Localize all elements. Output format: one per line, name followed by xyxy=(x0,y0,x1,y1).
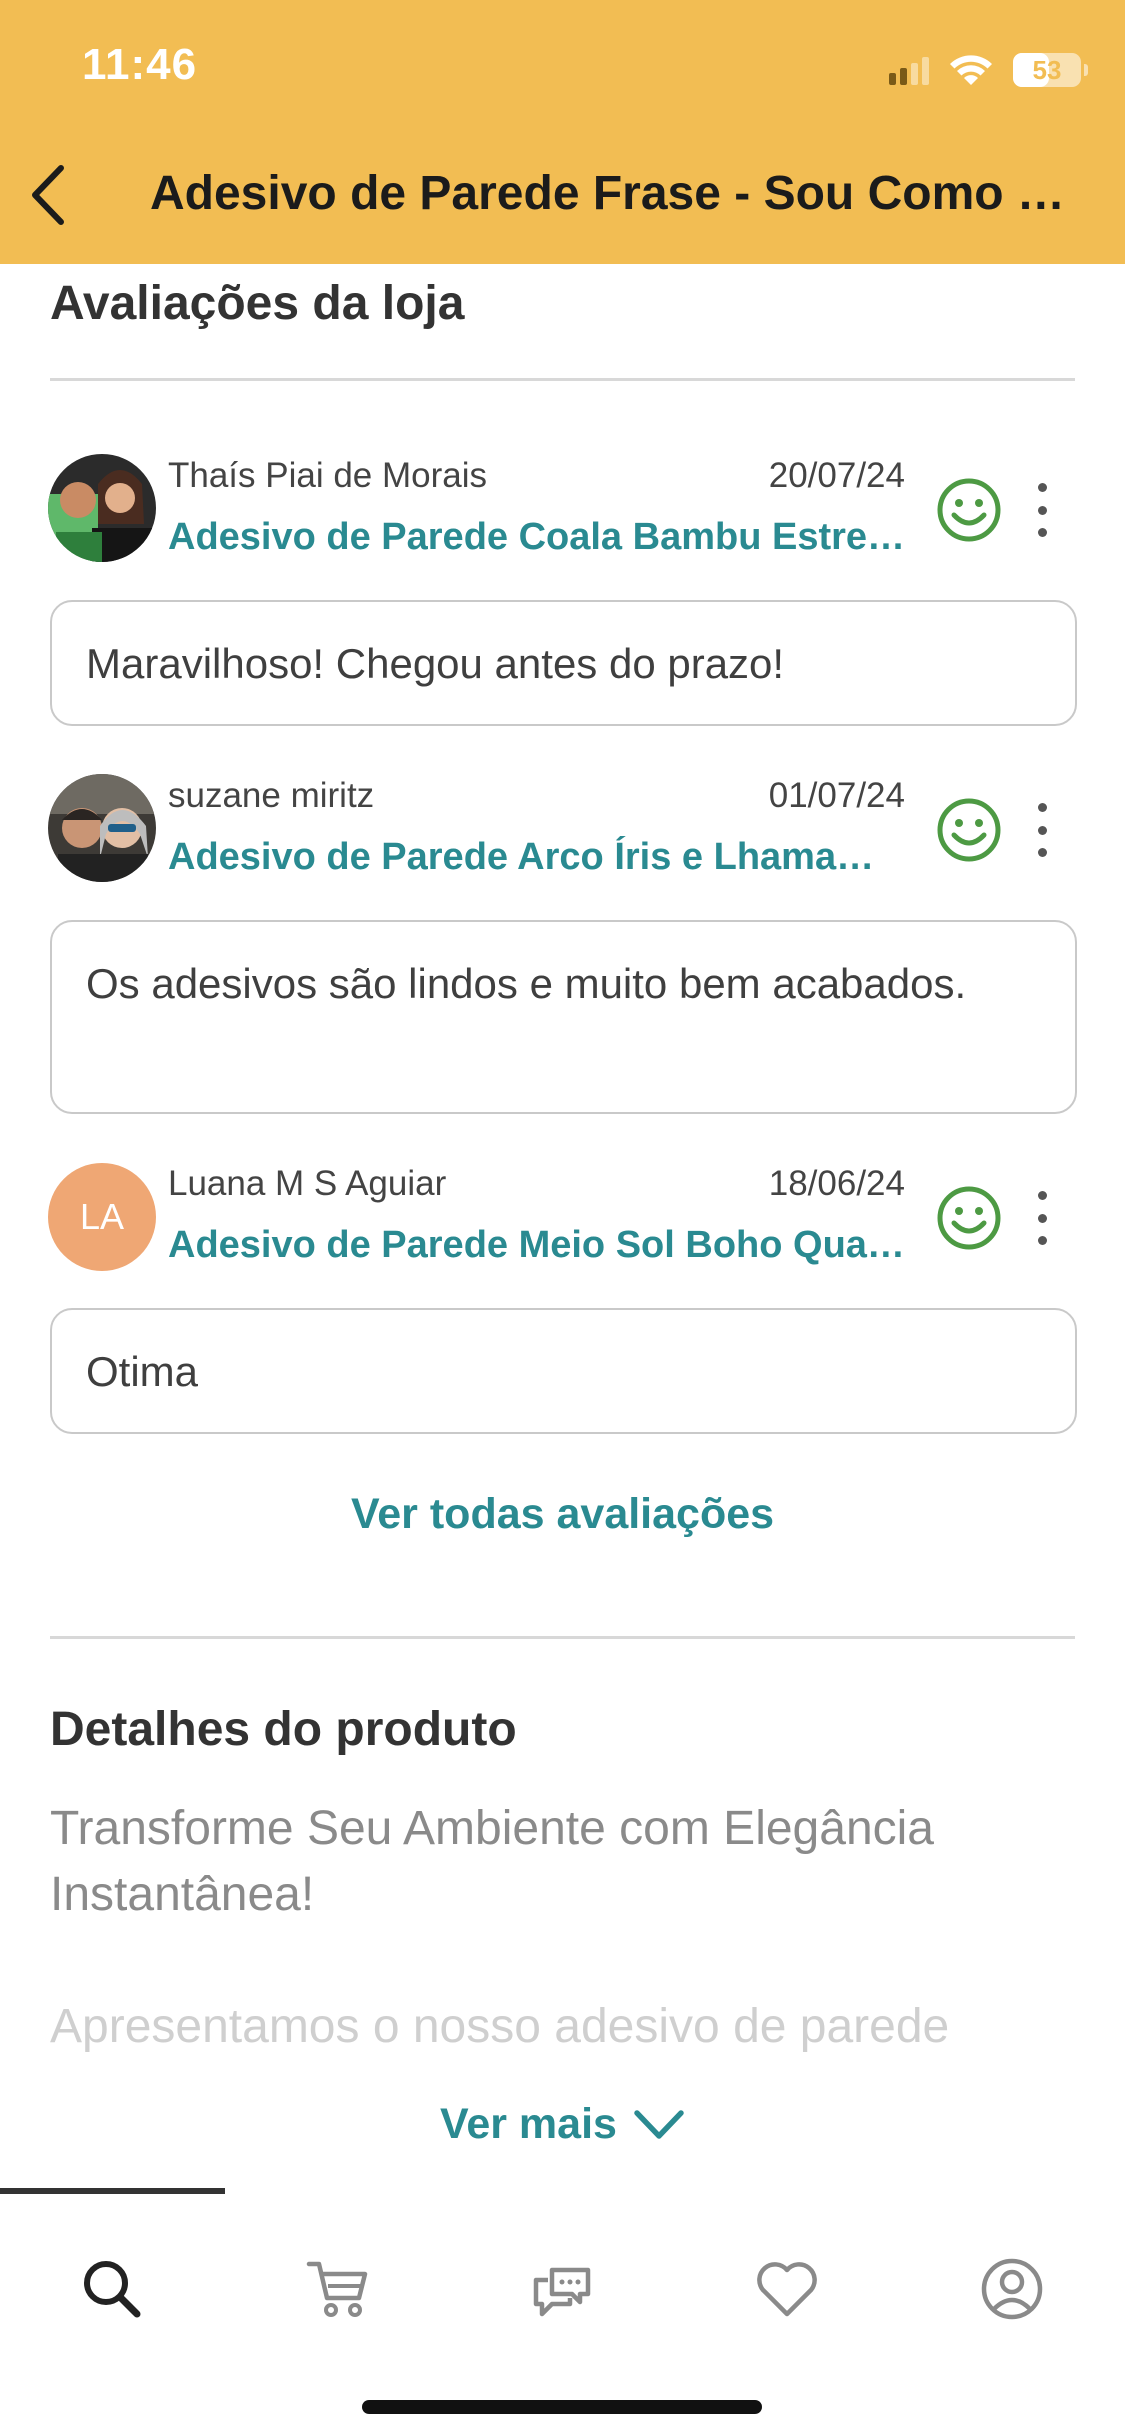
tab-favorites[interactable] xyxy=(752,2254,822,2324)
tab-cart[interactable] xyxy=(302,2254,372,2324)
status-icons: 53 xyxy=(889,50,1088,90)
review-comment: Os adesivos são lindos e muito bem acaba… xyxy=(50,920,1077,1114)
tab-search[interactable] xyxy=(77,2254,147,2324)
see-more-label: Ver mais xyxy=(440,2100,617,2148)
chevron-left-icon xyxy=(32,165,64,225)
more-options-icon[interactable] xyxy=(1030,1185,1054,1251)
review-comment-text: Maravilhoso! Chegou antes do prazo! xyxy=(86,640,785,687)
review-product-link[interactable]: Adesivo de Parede Meio Sol Boho Quarto I… xyxy=(168,1224,908,1267)
battery-level: 53 xyxy=(1032,54,1062,85)
tab-messages[interactable] xyxy=(527,2254,597,2324)
review-product-link[interactable]: Adesivo de Parede Coala Bambu Estrelas xyxy=(168,516,908,559)
smiley-face-icon xyxy=(937,478,1001,542)
chat-icon xyxy=(533,2267,591,2317)
review-date: 20/07/24 xyxy=(768,456,905,495)
wifi-icon xyxy=(950,55,992,85)
cart-icon xyxy=(306,2261,368,2317)
back-button[interactable] xyxy=(22,160,72,230)
divider xyxy=(50,378,1075,381)
avatar xyxy=(48,774,156,882)
more-options-icon[interactable] xyxy=(1030,797,1054,863)
reviewer-name: Luana M S Aguiar xyxy=(168,1164,447,1203)
divider xyxy=(50,1636,1075,1639)
tab-account[interactable] xyxy=(977,2254,1047,2324)
app-header: 11:46 53 Adesivo de Parede Frase - Sou C… xyxy=(0,0,1125,264)
avatar xyxy=(48,454,156,562)
reviewer-name: suzane miritz xyxy=(168,776,375,815)
reviewer-name: Thaís Piai de Morais xyxy=(168,456,488,495)
review-date: 01/07/24 xyxy=(768,776,905,815)
account-icon xyxy=(981,2258,1043,2320)
review-date: 18/06/24 xyxy=(768,1164,905,1203)
review-product-link[interactable]: Adesivo de Parede Arco Íris e Lhama Infa… xyxy=(168,836,878,879)
avatar: LA xyxy=(48,1163,156,1271)
chevron-down-icon xyxy=(634,2109,684,2139)
review-comment-text: Otima xyxy=(86,1348,199,1395)
review-comment: Maravilhoso! Chegou antes do prazo! xyxy=(50,600,1077,726)
see-more-button[interactable]: Ver mais xyxy=(0,2100,1125,2149)
product-details-title: Detalhes do produto xyxy=(50,1703,517,1756)
bottom-tab-bar xyxy=(0,2194,1125,2374)
heart-icon xyxy=(757,2262,817,2317)
reviews-section-title: Avaliações da loja xyxy=(50,277,465,330)
smiley-face-icon xyxy=(937,1186,1001,1250)
cellular-signal-icon xyxy=(889,55,929,85)
search-icon xyxy=(84,2261,141,2318)
avatar-initials: LA xyxy=(79,1196,125,1237)
see-all-reviews-link[interactable]: Ver todas avaliações xyxy=(0,1490,1125,1539)
more-options-icon[interactable] xyxy=(1030,477,1054,543)
battery-icon: 53 xyxy=(1013,53,1088,87)
home-indicator xyxy=(362,2400,762,2414)
review-comment-text: Os adesivos são lindos e muito bem acaba… xyxy=(86,960,967,1007)
review-comment: Otima xyxy=(50,1308,1077,1434)
page-title: Adesivo de Parede Frase - Sou Como Sou F… xyxy=(150,167,1080,220)
smiley-face-icon xyxy=(937,798,1001,862)
product-description-continued: Apresentamos o nosso adesivo de parede xyxy=(50,2000,950,2053)
status-time: 11:46 xyxy=(82,40,198,89)
product-description: Transforme Seu Ambiente com Elegância In… xyxy=(50,1802,934,1921)
